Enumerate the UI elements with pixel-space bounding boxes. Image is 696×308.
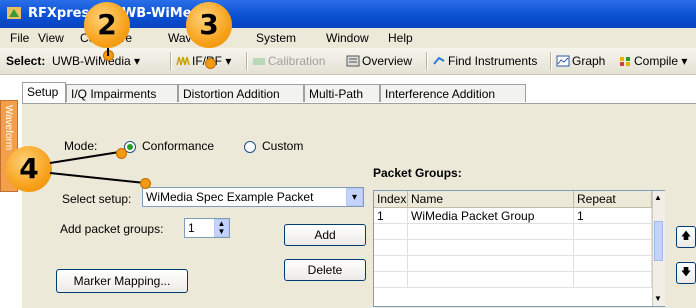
- column-header-index[interactable]: Index: [374, 191, 408, 208]
- toolbar-separator: [426, 52, 428, 70]
- menu-system[interactable]: System: [256, 31, 296, 45]
- callout-2: 2: [84, 2, 130, 48]
- find-instruments-icon: [433, 56, 445, 65]
- callout-dot: [205, 58, 216, 69]
- toolbar-separator: [246, 52, 248, 70]
- chevron-down-icon[interactable]: ▾: [346, 188, 363, 206]
- delete-button[interactable]: Delete: [284, 259, 366, 281]
- add-groups-label: Add packet groups:: [60, 222, 164, 236]
- select-setup-value: WiMedia Spec Example Packet: [146, 190, 314, 204]
- cell-repeat[interactable]: 1: [574, 208, 652, 224]
- tab-distortion-addition[interactable]: Distortion Addition: [178, 84, 304, 102]
- graph-icon: [556, 55, 570, 67]
- add-button[interactable]: Add: [284, 224, 366, 246]
- graph-button[interactable]: Graph: [556, 54, 605, 68]
- calibration-button[interactable]: Calibration: [252, 54, 325, 68]
- app-icon: [7, 7, 21, 19]
- column-header-repeat[interactable]: Repeat: [574, 191, 652, 208]
- select-setup-label: Select setup:: [62, 192, 132, 206]
- mode-label: Mode:: [64, 139, 98, 153]
- arrow-up-icon: 🡅: [680, 231, 692, 242]
- toolbar-separator: [550, 52, 552, 70]
- cell-name[interactable]: WiMedia Packet Group: [408, 208, 574, 224]
- move-down-button[interactable]: 🡇: [676, 262, 696, 284]
- callout-4: 4: [6, 146, 52, 192]
- chevron-down-icon: ▾: [225, 54, 232, 68]
- ifrf-icon: [176, 56, 190, 66]
- standard-dropdown[interactable]: UWB-WiMedia ▾: [52, 54, 140, 68]
- callout-3: 3: [186, 2, 232, 48]
- scroll-down-icon[interactable]: ▼: [654, 294, 662, 303]
- scroll-thumb[interactable]: [654, 221, 663, 261]
- empty-cell: [574, 256, 652, 272]
- empty-cell: [574, 224, 652, 240]
- empty-cell: [374, 224, 408, 240]
- custom-label: Custom: [262, 139, 304, 153]
- callout-dot: [116, 148, 127, 159]
- tab-iq-impairments[interactable]: I/Q Impairments: [66, 84, 178, 102]
- menu-file[interactable]: File: [10, 31, 29, 45]
- tab-multi-path[interactable]: Multi-Path: [304, 84, 380, 102]
- tab-interference-addition[interactable]: Interference Addition: [380, 84, 526, 102]
- empty-cell: [408, 256, 574, 272]
- empty-cell: [408, 240, 574, 256]
- calibration-icon: [253, 58, 265, 65]
- cell-index[interactable]: 1: [374, 208, 408, 224]
- find-instruments-button[interactable]: Find Instruments: [432, 54, 537, 68]
- scroll-up-icon[interactable]: ▲: [654, 193, 662, 202]
- empty-cell: [374, 256, 408, 272]
- add-groups-value: 1: [188, 221, 195, 235]
- empty-cell: [408, 224, 574, 240]
- compile-button[interactable]: Compile ▾: [618, 54, 687, 68]
- ifrf-dropdown[interactable]: IF/RF ▾: [176, 54, 231, 68]
- callout-leader: [107, 48, 109, 56]
- stepper-arrows-icon[interactable]: ▲ ▼: [214, 219, 229, 237]
- chevron-down-icon: ▾: [681, 54, 688, 68]
- table-scrollbar[interactable]: ▲ ▼: [652, 191, 665, 306]
- empty-cell: [574, 272, 652, 288]
- tab-setup[interactable]: Setup: [22, 82, 66, 104]
- chevron-down-icon: ▾: [134, 54, 141, 68]
- callout-dot: [140, 178, 151, 189]
- arrow-down-icon: 🡇: [680, 267, 692, 278]
- find-instruments-label: Find Instruments: [448, 54, 538, 68]
- packet-groups-title: Packet Groups:: [373, 166, 462, 180]
- toolbar-separator: [170, 52, 172, 70]
- select-setup-dropdown[interactable]: WiMedia Spec Example Packet: [142, 187, 364, 207]
- menu-help[interactable]: Help: [388, 31, 413, 45]
- waveform-side-tab-label: Waveform: [3, 105, 14, 151]
- empty-cell: [574, 240, 652, 256]
- column-header-name[interactable]: Name: [408, 191, 574, 208]
- conformance-label: Conformance: [142, 139, 215, 153]
- menu-view[interactable]: View: [38, 31, 64, 45]
- graph-label: Graph: [572, 54, 606, 68]
- overview-button[interactable]: Overview: [346, 54, 412, 68]
- empty-cell: [408, 272, 574, 288]
- empty-cell: [374, 240, 408, 256]
- select-label: Select:: [6, 54, 46, 68]
- move-up-button[interactable]: 🡅: [676, 226, 696, 248]
- menu-window[interactable]: Window: [326, 31, 369, 45]
- overview-icon: [346, 55, 360, 67]
- marker-mapping-button[interactable]: Marker Mapping...: [56, 269, 188, 293]
- compile-icon: [620, 57, 630, 66]
- custom-radio[interactable]: [244, 141, 256, 153]
- standard-value: UWB-WiMedia: [52, 54, 131, 68]
- tab-strip: Setup I/Q Impairments Distortion Additio…: [22, 82, 696, 104]
- overview-label: Overview: [362, 54, 413, 68]
- compile-label: Compile: [634, 54, 679, 68]
- calibration-label: Calibration: [268, 54, 326, 68]
- empty-cell: [374, 272, 408, 288]
- packet-groups-table[interactable]: Index Name Repeat 1 WiMedia Packet Group…: [373, 190, 665, 307]
